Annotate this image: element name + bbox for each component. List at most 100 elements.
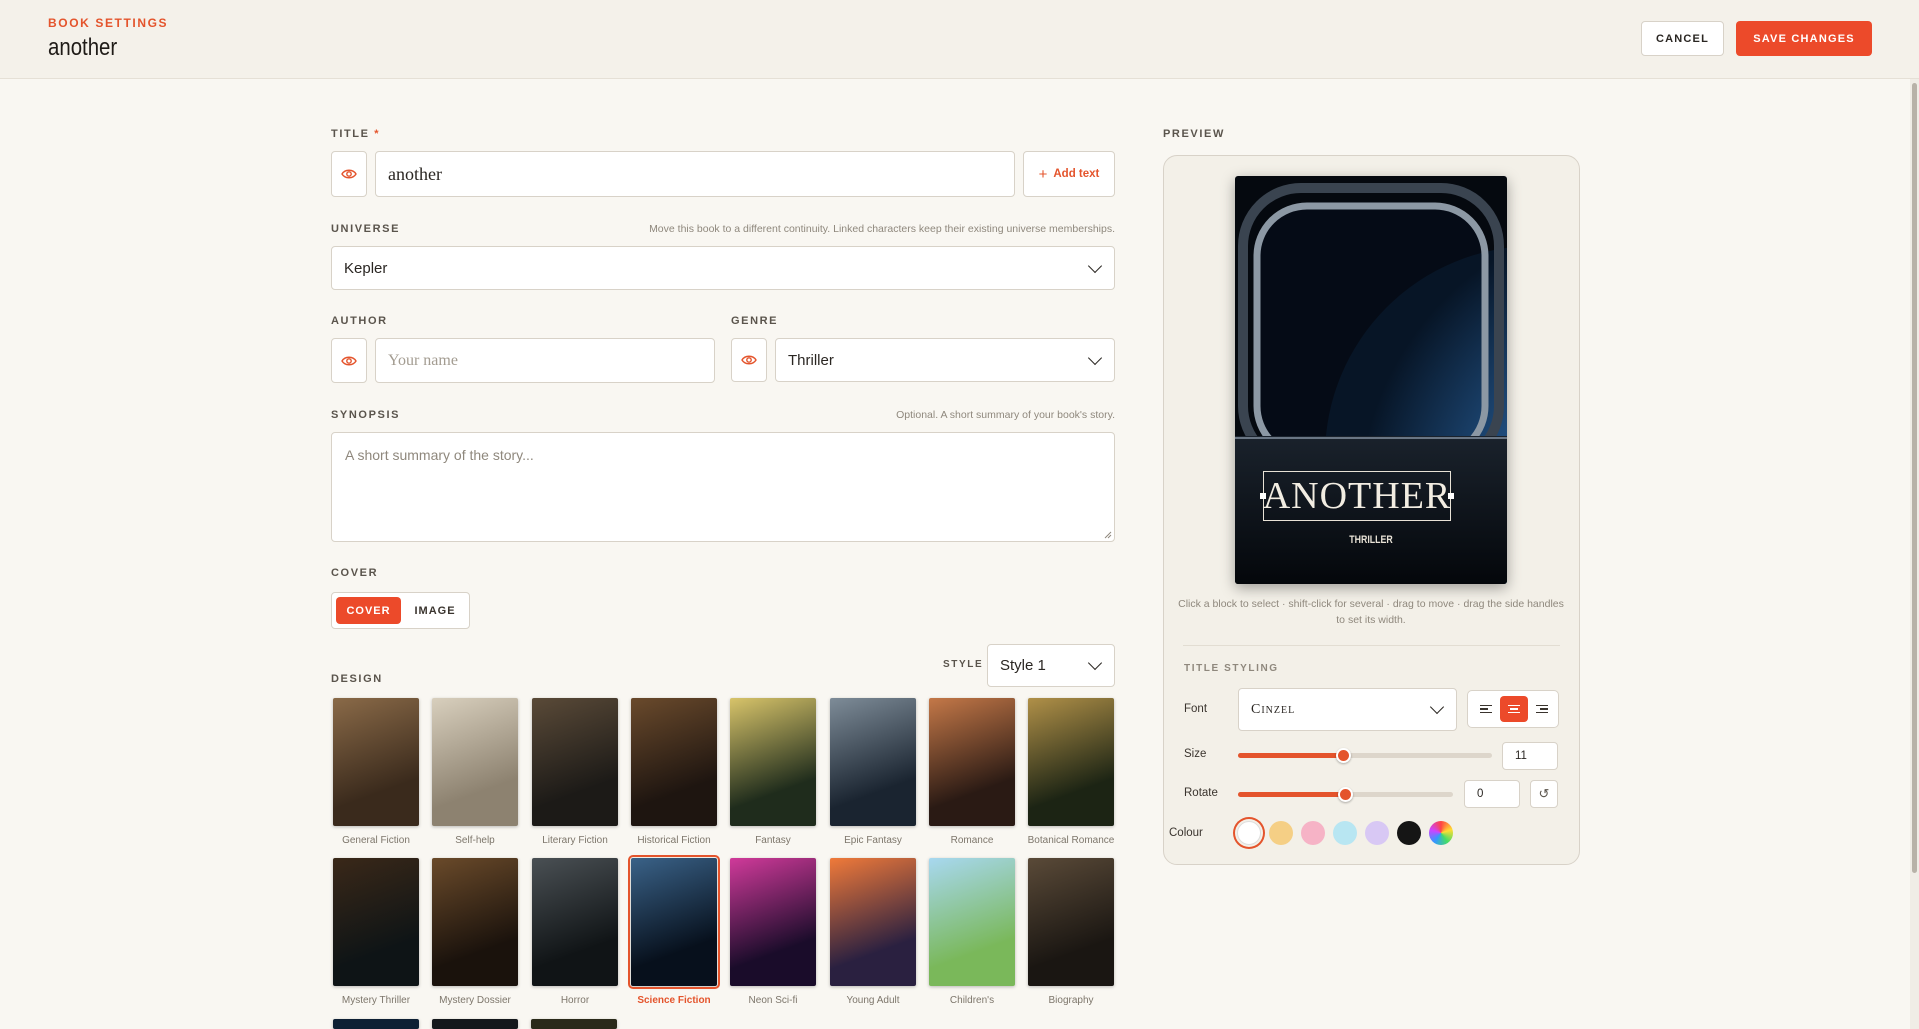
design-label: DESIGN xyxy=(331,673,383,685)
page-scrollbar[interactable] xyxy=(1910,79,1919,1029)
design-thumb[interactable] xyxy=(730,858,816,986)
cover-title-block[interactable]: ANOTHER xyxy=(1263,471,1451,521)
design-thumb-label: Fantasy xyxy=(755,835,791,846)
size-slider[interactable] xyxy=(1238,748,1492,763)
chevron-down-icon xyxy=(1087,350,1103,365)
reset-rotation-button[interactable]: ↺ xyxy=(1530,780,1558,808)
required-mark: * xyxy=(374,128,381,140)
design-thumb[interactable] xyxy=(631,698,717,826)
design-thumb[interactable] xyxy=(1028,858,1114,986)
design-thumb-label: Historical Fiction xyxy=(637,835,711,846)
eye-icon xyxy=(741,355,757,365)
design-thumb-label: Literary Fiction xyxy=(542,835,608,846)
title-input-value: another xyxy=(388,163,442,184)
author-input[interactable]: Your name xyxy=(375,338,715,383)
design-thumb-label: Science Fiction xyxy=(637,995,711,1006)
rotate-label: Rotate xyxy=(1184,787,1218,799)
cover-genre-block[interactable]: THRILLER xyxy=(1262,534,1480,546)
author-label: AUTHOR xyxy=(331,315,388,327)
align-left-button[interactable] xyxy=(1472,696,1500,722)
colour-swatch-gold[interactable] xyxy=(1269,821,1293,845)
page-kicker: BOOK SETTINGS xyxy=(48,16,169,30)
size-input[interactable]: 11 xyxy=(1502,742,1558,770)
rotate-input[interactable]: 0 xyxy=(1464,780,1520,808)
rotate-slider[interactable] xyxy=(1238,787,1453,802)
genre-select[interactable]: Thriller xyxy=(775,338,1115,382)
universe-hint: Move this book to a different continuity… xyxy=(649,223,1115,235)
design-thumb[interactable] xyxy=(929,698,1015,826)
cover-preview[interactable]: ANOTHER THRILLER xyxy=(1235,176,1507,584)
design-thumb[interactable] xyxy=(532,858,618,986)
colour-label: Colour xyxy=(1169,827,1203,839)
design-thumb[interactable] xyxy=(333,698,419,826)
cover-mode-cover[interactable]: COVER xyxy=(336,597,401,624)
alignment-group xyxy=(1467,690,1559,728)
add-text-label: Add text xyxy=(1053,168,1100,180)
universe-label: UNIVERSE xyxy=(331,223,401,235)
design-thumb-label: Young Adult xyxy=(846,995,900,1006)
title-input[interactable]: another xyxy=(375,151,1015,197)
synopsis-label: SYNOPSIS xyxy=(331,409,401,421)
colour-swatch-pink[interactable] xyxy=(1301,821,1325,845)
chevron-down-icon xyxy=(1429,699,1445,715)
colour-swatch-light-blue[interactable] xyxy=(1333,821,1357,845)
font-label: Font xyxy=(1184,703,1208,715)
save-changes-button[interactable]: SAVE CHANGES xyxy=(1736,21,1872,56)
design-thumb[interactable] xyxy=(730,698,816,826)
size-label: Size xyxy=(1184,748,1207,760)
colour-swatch-white[interactable] xyxy=(1237,821,1261,845)
cover-title-resize-handle-left[interactable] xyxy=(1260,493,1266,499)
design-thumb[interactable] xyxy=(432,698,518,826)
page-title: another xyxy=(48,34,118,61)
universe-value: Kepler xyxy=(344,259,388,277)
plus-icon: + xyxy=(1038,165,1048,183)
genre-value: Thriller xyxy=(788,351,834,369)
style-select[interactable]: Style 1 xyxy=(987,644,1115,687)
scrollbar-thumb[interactable] xyxy=(1912,83,1917,873)
genre-visibility-toggle[interactable] xyxy=(731,338,767,382)
design-thumb[interactable] xyxy=(1028,698,1114,826)
design-thumb-label: General Fiction xyxy=(342,835,410,846)
design-thumb-partial[interactable] xyxy=(432,1019,518,1029)
rotate-slider-fill xyxy=(1238,792,1346,797)
size-slider-knob[interactable] xyxy=(1336,748,1351,763)
reset-icon: ↺ xyxy=(1538,786,1550,801)
design-thumb[interactable] xyxy=(628,855,720,989)
align-right-button[interactable] xyxy=(1528,696,1556,722)
design-thumb-partial[interactable] xyxy=(531,1019,617,1029)
title-styling-heading: TITLE STYLING xyxy=(1184,663,1279,674)
author-placeholder: Your name xyxy=(388,351,458,369)
cover-mode-image[interactable]: IMAGE xyxy=(404,597,466,624)
design-thumb[interactable] xyxy=(532,698,618,826)
add-text-button[interactable]: + Add text xyxy=(1023,151,1115,197)
resize-handle-icon[interactable] xyxy=(1104,531,1112,539)
align-center-button[interactable] xyxy=(1500,696,1528,722)
cover-art xyxy=(1235,176,1507,584)
design-thumb-label: Epic Fantasy xyxy=(844,835,902,846)
design-thumb[interactable] xyxy=(929,858,1015,986)
rotate-slider-knob[interactable] xyxy=(1338,787,1353,802)
design-thumb-label: Neon Sci-fi xyxy=(748,995,798,1006)
author-visibility-toggle[interactable] xyxy=(331,338,367,383)
cover-title-resize-handle-right[interactable] xyxy=(1448,493,1454,499)
preview-label: PREVIEW xyxy=(1163,128,1225,140)
design-thumb[interactable] xyxy=(333,858,419,986)
synopsis-textarea[interactable]: A short summary of the story... xyxy=(331,432,1115,542)
font-select[interactable]: Cinzel xyxy=(1238,688,1457,731)
custom-colour-picker[interactable] xyxy=(1429,821,1453,845)
design-thumb[interactable] xyxy=(830,858,916,986)
synopsis-placeholder: A short summary of the story... xyxy=(345,447,534,463)
title-visibility-toggle[interactable] xyxy=(331,151,367,197)
design-thumb-label: Romance xyxy=(950,835,994,846)
colour-swatch-black[interactable] xyxy=(1397,821,1421,845)
design-thumb-label: Self-help xyxy=(455,835,495,846)
universe-select[interactable]: Kepler xyxy=(331,246,1115,290)
cover-label: COVER xyxy=(331,567,379,579)
colour-swatch-lavender[interactable] xyxy=(1365,821,1389,845)
cancel-button[interactable]: CANCEL xyxy=(1641,21,1724,56)
size-slider-fill xyxy=(1238,753,1344,758)
design-thumb[interactable] xyxy=(432,858,518,986)
design-thumb-partial[interactable] xyxy=(333,1019,419,1029)
design-thumb-label: Mystery Dossier xyxy=(439,995,511,1006)
design-thumb[interactable] xyxy=(830,698,916,826)
